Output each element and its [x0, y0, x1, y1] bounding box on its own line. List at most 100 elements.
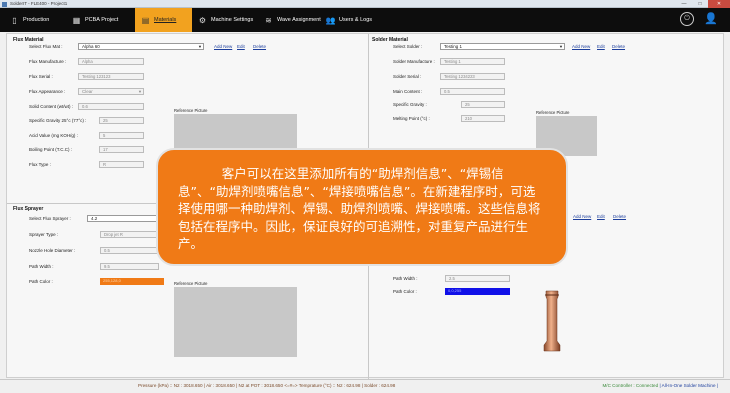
flux-delete-link[interactable]: Delete [253, 44, 266, 49]
select-sprayer-label: Select Flux Sprayer : [29, 216, 71, 221]
solder-delete-link[interactable]: Delete [612, 44, 625, 49]
flux-material-select[interactable]: Alpha 60 ▼ [78, 43, 204, 50]
window-title: SolderIT - FLE400 - Project1 [10, 1, 68, 6]
nozzle-diameter-field[interactable]: 0.5 [100, 247, 159, 254]
solder-serial-field[interactable]: Testing 1234223 [440, 73, 505, 80]
tab-production[interactable]: ▯ Production [10, 8, 56, 32]
flux-path-width-label: Path Width : [29, 264, 54, 269]
flux-path-color-field[interactable]: 255,128,0 [100, 278, 164, 285]
boiling-point-label: Boiling Point (T.C.C) : [29, 147, 73, 152]
overlay-text: 客户可以在这里添加所有的“助焊剂信息”、“焊锡信息”、“助焊剂喷嘴信息”、“焊接… [178, 166, 541, 251]
nozzle-diameter-label: Nozzle Hole Diameter : [29, 248, 76, 253]
solder-manufacture-label: Solder Manufacture : [393, 59, 435, 64]
solder-serial-label: Solder Serial : [393, 74, 422, 79]
nozzle-add-new-link[interactable]: Add New [573, 214, 591, 219]
solder-path-color-label: Path Color : [393, 289, 417, 294]
solder-gravity-field[interactable]: 25 [461, 101, 505, 108]
gear-icon: ⚙ [198, 15, 207, 25]
select-flux-label: Select Flux Mat : [29, 44, 63, 49]
controller-status: M/C Controller : Connected | All-In-One … [602, 380, 718, 392]
tab-users-logs[interactable]: 👥 Users & Logs [326, 8, 376, 32]
chevron-down-icon: ▼ [198, 44, 202, 49]
solder-select[interactable]: Testing 1 ▼ [440, 43, 565, 50]
flux-appearance-value: Clear [82, 89, 93, 94]
user-icon[interactable]: 👤 [704, 12, 718, 26]
flux-gravity-label: Specific Gravity 25°c (77°c) : [29, 118, 87, 123]
tab-pcba-project[interactable]: ▦ PCBA Project [72, 8, 130, 32]
flux-appearance-label: Flux Appearance : [29, 89, 66, 94]
nozzle-edit-link[interactable]: Edit [597, 214, 605, 219]
tab-machine-settings[interactable]: ⚙ Machine Settings [198, 8, 260, 32]
melting-point-label: Melting Point (°c) : [393, 116, 430, 121]
window-titlebar: SolderIT - FLE400 - Project1 — □ ✕ [0, 0, 730, 8]
solid-content-field[interactable]: 0.6 [78, 103, 144, 110]
main-content-field[interactable]: 0.5 [440, 88, 505, 95]
document-icon: ▯ [12, 15, 17, 25]
status-bar: Pressure (kPa) :: N2 : 3018.650 | Air : … [0, 379, 730, 393]
solder-path-width-label: Path Width : [393, 276, 418, 281]
tab-wave-label: Wave Assignment [277, 17, 321, 23]
app-icon [2, 1, 7, 7]
solder-nozzle-image [543, 290, 561, 352]
solder-add-new-link[interactable]: Add New [572, 44, 590, 49]
info-overlay-callout: 客户可以在这里添加所有的“助焊剂信息”、“焊锡信息”、“助焊剂喷嘴信息”、“焊接… [156, 148, 568, 266]
main-content-label: Main Content : [393, 89, 423, 94]
flux-appearance-select[interactable]: Clear ▼ [78, 88, 144, 95]
flux-select-value: Alpha 60 [82, 44, 100, 49]
flux-edit-link[interactable]: Edit [237, 44, 245, 49]
tab-machine-label: Machine Settings [211, 17, 254, 23]
tab-production-label: Production [23, 17, 50, 23]
solder-select-value: Testing 1 [444, 44, 463, 49]
wave-icon: ≋ [265, 15, 272, 25]
solder-edit-link[interactable]: Edit [597, 44, 605, 49]
pcb-icon: ▦ [72, 15, 81, 25]
maximize-button[interactable]: □ [692, 0, 708, 8]
flux-sprayer-select[interactable]: 4.2 [87, 215, 159, 222]
flux-type-label: Flux Type : [29, 162, 51, 167]
main-navbar: ▯ Production ▦ PCBA Project ▤ Materials … [0, 8, 730, 32]
tab-pcba-label: PCBA Project [85, 17, 119, 23]
sprayer-type-label: Sprayer Type : [29, 232, 59, 237]
controller-connected-text: M/C Controller : Connected [602, 383, 659, 388]
select-solder-label: Select Solder : [393, 44, 423, 49]
solder-material-title: Solder Material [372, 37, 408, 43]
flux-sprayer-title: Flux Sprayer [13, 206, 44, 212]
tab-wave-assignment[interactable]: ≋ Wave Assignment [264, 8, 326, 32]
flux-path-color-label: Path Color : [29, 279, 53, 284]
close-button[interactable]: ✕ [708, 0, 730, 8]
tab-materials[interactable]: ▤ Materials [135, 8, 192, 32]
boiling-point-field[interactable]: 17 [99, 146, 144, 153]
melting-point-field[interactable]: 210 [461, 115, 505, 122]
sprayer-reference-picture: Reference Picture [174, 281, 297, 357]
minimize-button[interactable]: — [676, 0, 692, 8]
materials-icon: ▤ [141, 15, 150, 25]
sprayer-type-field[interactable]: Drop jet R [100, 231, 159, 238]
sprayer-ref-image [174, 287, 297, 357]
power-icon[interactable]: ⏻ [680, 12, 694, 26]
solder-gravity-label: Specific Gravity : [393, 102, 427, 107]
chevron-down-icon: ▼ [138, 89, 142, 94]
pressure-temperature-status: Pressure (kPa) :: N2 : 3018.650 | Air : … [138, 383, 396, 388]
tab-users-label: Users & Logs [339, 17, 373, 23]
acid-value-field[interactable]: 5 [99, 132, 144, 139]
solder-path-width-field[interactable]: 2.5 [445, 275, 510, 282]
flux-manufacture-label: Flux Manufacture : [29, 59, 67, 64]
flux-manufacture-field[interactable]: Alpha [78, 58, 144, 65]
flux-serial-label: Flux Serial : [29, 74, 53, 79]
flux-gravity-field[interactable]: 25 [99, 117, 144, 124]
flux-serial-field[interactable]: Testing 123123 [78, 73, 144, 80]
acid-value-label: Acid Value (mg KOH/g) : [29, 133, 78, 138]
chevron-down-icon: ▼ [559, 44, 563, 49]
flux-type-field[interactable]: R [99, 161, 144, 168]
flux-add-new-link[interactable]: Add New [214, 44, 232, 49]
solid-content-label: Solid Content (wt/wt) : [29, 104, 74, 109]
solder-path-color-field[interactable]: 0,0,255 [445, 288, 510, 295]
flux-path-width-field[interactable]: 9.5 [100, 263, 159, 270]
nozzle-delete-link[interactable]: Delete [613, 214, 626, 219]
flux-material-title: Flux Material [13, 37, 44, 43]
sprayer-select-value: 4.2 [91, 216, 98, 221]
users-icon: 👥 [325, 15, 336, 25]
machine-name-text: | All-In-One Solder Machine | [659, 383, 718, 388]
tab-materials-label: Materials [154, 17, 177, 23]
solder-manufacture-field[interactable]: Testing 1 [440, 58, 505, 65]
